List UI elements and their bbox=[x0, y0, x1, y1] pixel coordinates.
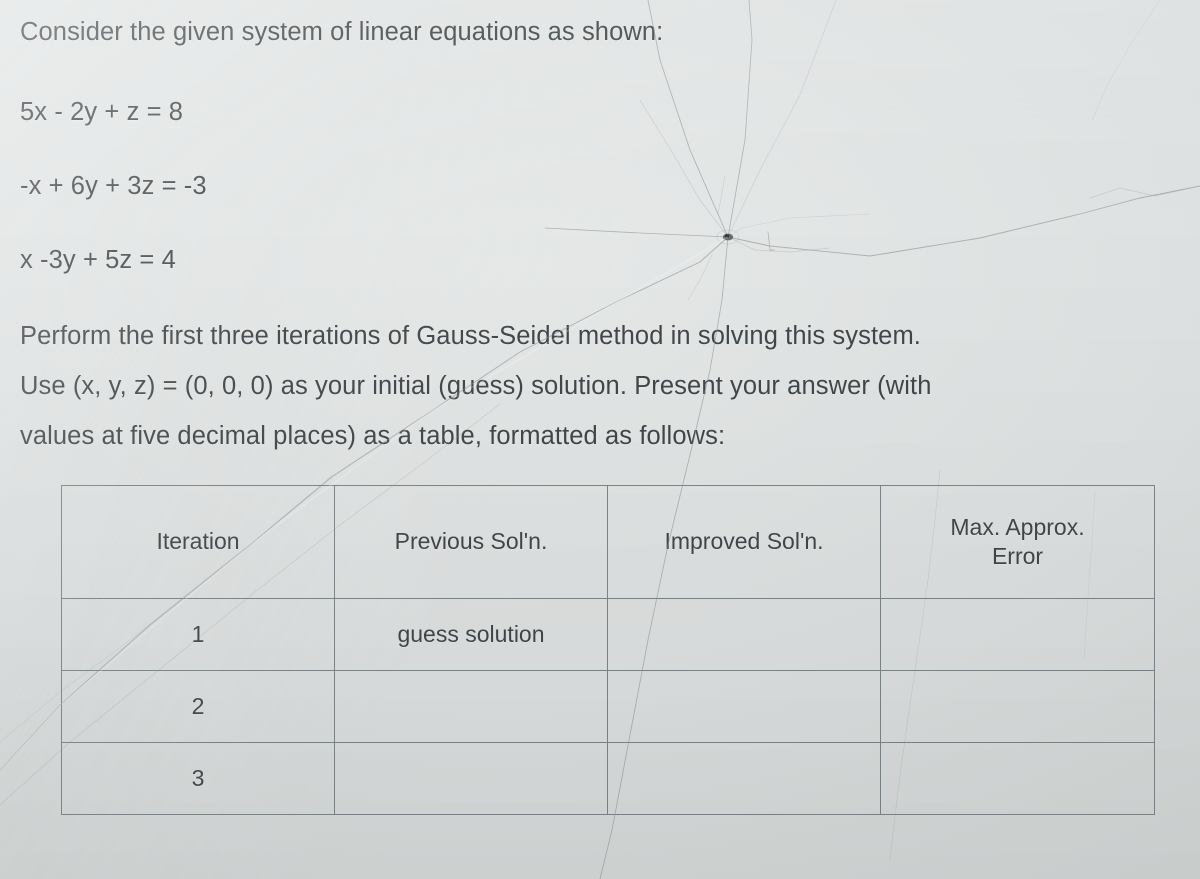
table-body: 1 guess solution 2 3 bbox=[61, 598, 1155, 815]
cell-max-approx-error bbox=[880, 742, 1155, 815]
cell-previous-solution: guess solution bbox=[334, 598, 608, 671]
cell-max-approx-error bbox=[880, 598, 1155, 671]
header-previous-solution: Previous Sol'n. bbox=[334, 485, 608, 599]
cell-iteration: 3 bbox=[61, 742, 335, 815]
cell-previous-solution bbox=[334, 742, 608, 815]
header-max-approx-error-line1: Max. Approx. bbox=[950, 513, 1085, 540]
header-iteration: Iteration bbox=[61, 485, 335, 599]
cell-improved-solution bbox=[607, 598, 881, 671]
cell-max-approx-error bbox=[880, 670, 1155, 743]
table-header-row: Iteration Previous Sol'n. Improved Sol'n… bbox=[61, 485, 1155, 599]
instruction-line-2: Use (x, y, z) = (0, 0, 0) as your initia… bbox=[20, 372, 932, 400]
cell-improved-solution bbox=[607, 670, 881, 743]
header-max-approx-error-line2: Error bbox=[991, 543, 1044, 569]
answer-template-table: Iteration Previous Sol'n. Improved Sol'n… bbox=[61, 485, 1155, 815]
instruction-line-1: Perform the first three iterations of Ga… bbox=[20, 322, 921, 350]
cracked-screen-photo: Consider the given system of linear equa… bbox=[0, 0, 1200, 879]
cell-iteration: 1 bbox=[61, 598, 335, 671]
instruction-line-3: values at five decimal places) as a tabl… bbox=[20, 422, 726, 450]
question-prompt: Consider the given system of linear equa… bbox=[20, 18, 664, 46]
table-row: 1 guess solution bbox=[61, 598, 1155, 671]
cell-iteration: 2 bbox=[61, 670, 335, 743]
header-improved-solution: Improved Sol'n. bbox=[607, 485, 881, 599]
equation-2: -x + 6y + 3z = -3 bbox=[20, 172, 207, 200]
cell-previous-solution bbox=[334, 670, 608, 743]
cell-improved-solution bbox=[607, 742, 881, 815]
table-row: 2 bbox=[61, 670, 1155, 743]
table-row: 3 bbox=[61, 742, 1155, 815]
equation-1: 5x - 2y + z = 8 bbox=[20, 98, 184, 126]
equation-3: x -3y + 5z = 4 bbox=[20, 246, 176, 274]
table-header: Iteration Previous Sol'n. Improved Sol'n… bbox=[61, 485, 1155, 599]
header-max-approx-error: Max. Approx. Error bbox=[880, 485, 1155, 599]
